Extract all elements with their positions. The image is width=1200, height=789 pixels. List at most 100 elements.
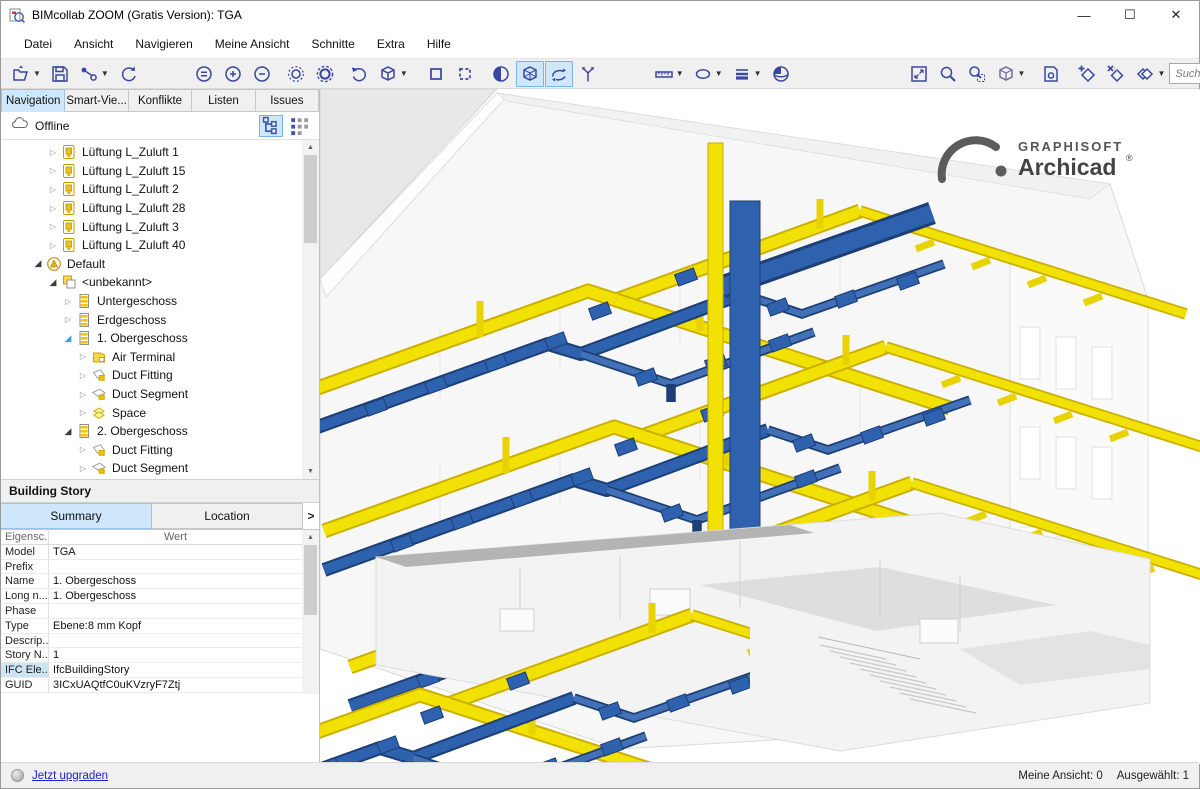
property-row-long-n-[interactable]: Long n...1. Obergeschoss [1, 589, 302, 604]
tab-konflikte[interactable]: Konflikte [129, 89, 192, 112]
spotlight-button[interactable] [282, 61, 310, 87]
property-row-guid[interactable]: GUID3ICxUAQtfC0uKVzryF7Ztj [1, 678, 302, 693]
tab-navigation[interactable]: Navigation [1, 89, 65, 112]
menu-schnitte[interactable]: Schnitte [300, 32, 365, 56]
search-input[interactable] [1169, 63, 1200, 84]
walk-button[interactable] [574, 61, 602, 87]
expand-arrow-icon[interactable]: ▷ [76, 445, 90, 454]
add-smartview-button[interactable] [1073, 61, 1101, 87]
expand-arrow-icon[interactable]: ▷ [76, 352, 90, 361]
open-model-button[interactable]: ▼ [7, 61, 45, 87]
3d-model-canvas[interactable]: GRAPHISOFT Archicad ® [320, 89, 1200, 764]
clip-box-dashed-button[interactable] [451, 61, 479, 87]
tree-scrollbar[interactable]: ▲ ▼ [302, 140, 319, 479]
panel-more-button[interactable]: > [303, 503, 319, 529]
section-cube-button[interactable] [487, 61, 515, 87]
property-row-descrip-[interactable]: Descrip... [1, 634, 302, 649]
visibility-cube-button[interactable]: ▼ [992, 61, 1030, 87]
zoom-in-button[interactable] [219, 61, 247, 87]
grid-view-button[interactable] [287, 115, 311, 137]
tree-item-1-obergeschoss[interactable]: ◢1. Obergeschoss [1, 329, 319, 348]
collapse-arrow-icon[interactable]: ◢ [46, 277, 60, 288]
expand-arrow-icon[interactable]: ▷ [76, 390, 90, 399]
tree-item-duct-segment[interactable]: ▷Duct Segment [1, 385, 319, 404]
expand-arrow-icon[interactable]: ▷ [76, 408, 90, 417]
tree-item-space[interactable]: ▷Space [1, 403, 319, 422]
menu-meine-ansicht[interactable]: Meine Ansicht [204, 32, 301, 56]
tree-item-duct-fitting[interactable]: ▷Duct Fitting [1, 441, 319, 460]
expand-arrow-icon[interactable]: ▷ [46, 185, 60, 194]
tree-item-l-ftung-l-zuluft-3[interactable]: ▷Lüftung L_Zuluft 3 [1, 217, 319, 236]
sphere-view-button[interactable] [767, 61, 795, 87]
tab-issues[interactable]: Issues [256, 89, 319, 112]
dropdown-caret-icon[interactable]: ▼ [400, 69, 408, 78]
property-row-type[interactable]: TypeEbene:8 mm Kopf [1, 619, 302, 634]
tree-item-l-ftung-l-zuluft-1[interactable]: ▷Lüftung L_Zuluft 1 [1, 143, 319, 162]
scroll-up-icon[interactable]: ▲ [302, 530, 319, 545]
rotate-left-button[interactable] [345, 61, 373, 87]
3d-viewport[interactable]: GRAPHISOFT Archicad ® [320, 89, 1200, 764]
property-row-prefix[interactable]: Prefix [1, 560, 302, 575]
hide-smartview-button[interactable] [1102, 61, 1130, 87]
tree-item-duct-fitting[interactable]: ▷Duct Fitting [1, 366, 319, 385]
save-button[interactable] [46, 61, 74, 87]
menu-datei[interactable]: Datei [13, 32, 63, 56]
close-button[interactable]: ✕ [1153, 1, 1199, 29]
scroll-down-icon[interactable]: ▼ [302, 464, 319, 479]
expand-arrow-icon[interactable]: ▷ [46, 241, 60, 250]
tree-item-l-ftung-l-zuluft-28[interactable]: ▷Lüftung L_Zuluft 28 [1, 199, 319, 218]
expand-arrow-icon[interactable]: ▷ [46, 166, 60, 175]
dropdown-caret-icon[interactable]: ▼ [33, 69, 41, 78]
property-row-ifc-ele-[interactable]: IFC Ele...IfcBuildingStory [1, 663, 302, 678]
orbit-button[interactable] [545, 61, 573, 87]
expand-arrow-icon[interactable]: ▷ [46, 222, 60, 231]
expand-arrow-icon[interactable]: ▷ [46, 148, 60, 157]
menu-navigieren[interactable]: Navigieren [124, 32, 203, 56]
scroll-thumb[interactable] [304, 545, 317, 615]
save-viewpoint-button[interactable] [1037, 61, 1065, 87]
panel-tab-location[interactable]: Location [152, 503, 303, 529]
views-cube-button[interactable]: ▼ [374, 61, 412, 87]
clear-smartview-button[interactable]: ▼ [1131, 61, 1169, 87]
tree-item-duct-segment[interactable]: ▷Duct Segment [1, 459, 319, 478]
scroll-thumb[interactable] [304, 155, 317, 243]
tree-item-l-ftung-l-zuluft-40[interactable]: ▷Lüftung L_Zuluft 40 [1, 236, 319, 255]
minimize-button[interactable]: — [1061, 1, 1107, 29]
menu-hilfe[interactable]: Hilfe [416, 32, 462, 56]
property-row-phase[interactable]: Phase [1, 604, 302, 619]
annotate-ellipse-button[interactable]: ▼ [689, 61, 727, 87]
dropdown-caret-icon[interactable]: ▼ [676, 69, 684, 78]
collapse-arrow-icon[interactable]: ◢ [31, 258, 45, 269]
expand-arrow-icon[interactable]: ▷ [61, 315, 75, 324]
property-row-story-n-[interactable]: Story N...1 [1, 648, 302, 663]
tab-listen[interactable]: Listen [192, 89, 255, 112]
measure-button[interactable]: ▼ [650, 61, 688, 87]
zoom-selection-button[interactable] [963, 61, 991, 87]
dropdown-caret-icon[interactable]: ▼ [715, 69, 723, 78]
connection-button[interactable]: ▼ [75, 61, 113, 87]
zoom-window-button[interactable] [934, 61, 962, 87]
menu-ansicht[interactable]: Ansicht [63, 32, 124, 56]
expand-arrow-icon[interactable]: ▷ [61, 297, 75, 306]
collapse-arrow-icon[interactable]: ◢ [61, 333, 75, 344]
tree-item-l-ftung-l-zuluft-2[interactable]: ▷Lüftung L_Zuluft 2 [1, 180, 319, 199]
tree-view-button[interactable] [259, 115, 283, 137]
dropdown-caret-icon[interactable]: ▼ [101, 69, 109, 78]
clip-box-button[interactable] [422, 61, 450, 87]
tree-item-erdgeschoss[interactable]: ▷Erdgeschoss [1, 310, 319, 329]
panel-tab-summary[interactable]: Summary [1, 503, 152, 529]
property-scrollbar[interactable]: ▲ [302, 530, 319, 694]
tree-item-default[interactable]: ◢Default [1, 255, 319, 274]
tree-item-air-terminal[interactable]: ▷Air Terminal [1, 348, 319, 367]
wireframe-cube-button[interactable] [516, 61, 544, 87]
collapse-arrow-icon[interactable]: ◢ [61, 426, 75, 437]
maximize-button[interactable]: ☐ [1107, 1, 1153, 29]
property-row-name[interactable]: Name1. Obergeschoss [1, 574, 302, 589]
zoom-extents-button[interactable] [190, 61, 218, 87]
tree-item-untergeschoss[interactable]: ▷Untergeschoss [1, 292, 319, 311]
line-weight-button[interactable]: ▼ [728, 61, 766, 87]
refresh-button[interactable] [114, 61, 142, 87]
expand-arrow-icon[interactable]: ▷ [76, 464, 90, 473]
tree-item--unbekannt-[interactable]: ◢<unbekannt> [1, 273, 319, 292]
fit-view-button[interactable] [905, 61, 933, 87]
